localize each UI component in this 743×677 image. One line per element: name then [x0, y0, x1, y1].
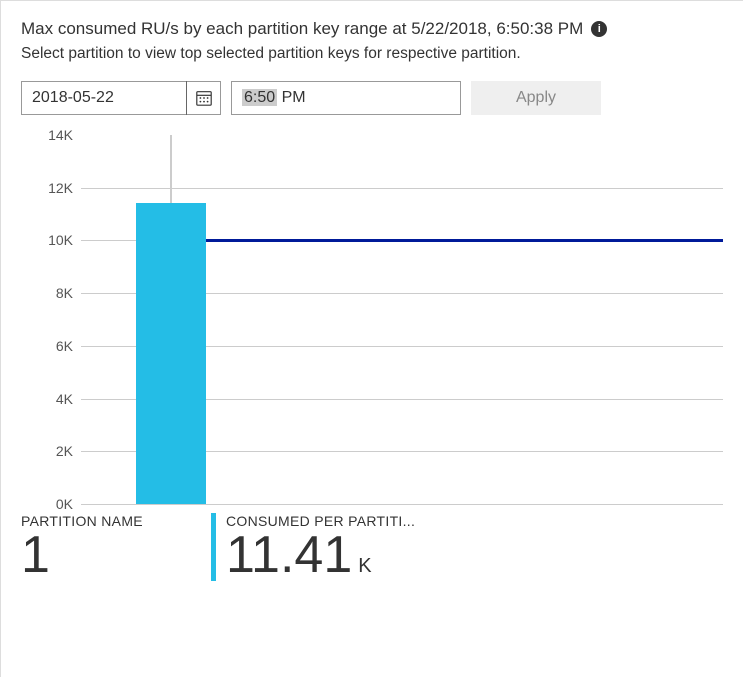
- metrics-row: PARTITION NAME 1 CONSUMED PER PARTITI...…: [21, 513, 723, 581]
- chart-area: 0K2K4K6K8K10K12K14K: [21, 135, 723, 505]
- y-tick-label: 6K: [21, 338, 73, 354]
- metric-consumed-per-partition: CONSUMED PER PARTITI... 11.41 K: [211, 513, 415, 581]
- metric-value: 1: [21, 529, 50, 581]
- y-axis: 0K2K4K6K8K10K12K14K: [21, 135, 81, 505]
- threshold-line: [206, 239, 723, 242]
- y-tick-label: 4K: [21, 391, 73, 407]
- controls-row: 2018-05-22 6:50 PM Apply: [21, 81, 723, 115]
- chart-title: Max consumed RU/s by each partition key …: [21, 19, 583, 39]
- gridline: [81, 188, 723, 189]
- chart-subtitle: Select partition to view top selected pa…: [21, 45, 723, 63]
- metric-partition-name: PARTITION NAME 1: [21, 513, 211, 581]
- calendar-icon[interactable]: [186, 81, 220, 115]
- info-icon[interactable]: i: [591, 21, 607, 37]
- time-value: 6:50 PM: [232, 89, 460, 107]
- time-ampm: PM: [277, 89, 305, 106]
- apply-button[interactable]: Apply: [471, 81, 601, 115]
- panel: Max consumed RU/s by each partition key …: [0, 0, 743, 677]
- y-tick-label: 0K: [21, 496, 73, 512]
- gridline: [81, 504, 723, 505]
- time-input[interactable]: 6:50 PM: [231, 81, 461, 115]
- hover-guide-line: [170, 135, 172, 203]
- y-tick-label: 2K: [21, 443, 73, 459]
- metric-value: 11.41: [226, 529, 352, 581]
- date-value: 2018-05-22: [22, 89, 186, 107]
- metric-unit: K: [358, 555, 371, 578]
- time-hour-minute: 6:50: [242, 89, 277, 106]
- y-tick-label: 10K: [21, 232, 73, 248]
- y-tick-label: 14K: [21, 127, 73, 143]
- bar-partition[interactable]: [136, 203, 206, 504]
- y-tick-label: 8K: [21, 285, 73, 301]
- y-tick-label: 12K: [21, 180, 73, 196]
- plot-area[interactable]: [81, 135, 723, 505]
- title-row: Max consumed RU/s by each partition key …: [21, 19, 723, 39]
- date-input[interactable]: 2018-05-22: [21, 81, 221, 115]
